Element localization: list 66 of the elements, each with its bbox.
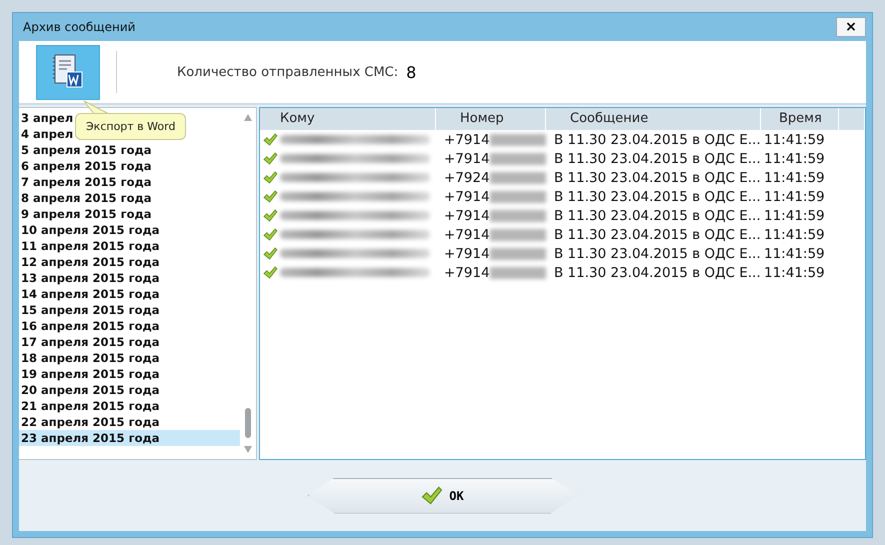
- date-item[interactable]: 7 апреля 2015 года: [19, 174, 240, 190]
- phone-number: +7914: [444, 188, 490, 204]
- message-cell-text: В 11.30 23.04.2015 в ОДС Е...: [553, 264, 761, 280]
- date-item[interactable]: 15 апреля 2015 года: [19, 302, 240, 318]
- redacted-number: [490, 134, 546, 146]
- redacted-number: [490, 190, 546, 202]
- date-item[interactable]: 17 апреля 2015 года: [19, 334, 240, 350]
- message-cell-text: В 11.30 23.04.2015 в ОДС Е...: [553, 132, 761, 148]
- sms-count-label: Количество отправленных СМС:: [177, 64, 398, 80]
- message-cell-text: В 11.30 23.04.2015 в ОДС Е...: [553, 170, 761, 186]
- time-cell-text: 11:41:59: [763, 150, 826, 166]
- document-icon: [53, 54, 83, 90]
- redacted-number: [490, 248, 546, 260]
- date-item[interactable]: 10 апреля 2015 года: [19, 222, 240, 238]
- phone-number: +7914: [444, 150, 490, 166]
- time-cell-text: 11:41:59: [763, 246, 826, 262]
- date-item[interactable]: 16 апреля 2015 года: [19, 318, 240, 334]
- column-header[interactable]: Сообщение: [546, 108, 761, 130]
- redacted-number: [490, 266, 546, 278]
- scroll-down-icon[interactable]: [244, 446, 252, 453]
- column-header[interactable]: Кому: [260, 108, 436, 130]
- date-item[interactable]: 18 апреля 2015 года: [19, 350, 240, 366]
- date-item[interactable]: 22 апреля 2015 года: [19, 414, 240, 430]
- redacted-number: [490, 172, 546, 184]
- phone-number: +7914: [444, 226, 490, 242]
- phone-number: +7914: [444, 132, 490, 148]
- ok-button[interactable]: OK: [308, 478, 578, 514]
- time-cell-text: 11:41:59: [763, 264, 826, 280]
- message-cell-text: В 11.30 23.04.2015 в ОДС Е...: [553, 208, 761, 224]
- date-item[interactable]: 23 апреля 2015 года: [19, 430, 240, 446]
- close-button[interactable]: ×: [836, 17, 866, 37]
- date-item[interactable]: 5 апреля 2015 года: [19, 142, 240, 158]
- date-item[interactable]: 19 апреля 2015 года: [19, 366, 240, 382]
- redacted-number: [490, 228, 546, 240]
- scrollbar-thumb[interactable]: [245, 408, 251, 438]
- column-header[interactable]: Номер: [436, 108, 546, 130]
- phone-number: +7914: [444, 264, 490, 280]
- time-cell-text: 11:41:59: [763, 188, 826, 204]
- date-item[interactable]: 12 апреля 2015 года: [19, 254, 240, 270]
- phone-number: +7914: [444, 246, 490, 262]
- phone-number: +7914: [444, 208, 490, 224]
- column-header[interactable]: Время: [761, 108, 839, 130]
- date-item[interactable]: 6 апреля 2015 года: [19, 158, 240, 174]
- redacted-number: [490, 152, 546, 164]
- window-title: Архив сообщений: [23, 20, 136, 34]
- time-cell-text: 11:41:59: [763, 170, 826, 186]
- date-item[interactable]: 9 апреля 2015 года: [19, 206, 240, 222]
- scroll-up-icon[interactable]: [244, 114, 252, 121]
- phone-number: +7924: [444, 170, 490, 186]
- time-cell-text: 11:41:59: [763, 208, 826, 224]
- date-item[interactable]: 21 апреля 2015 года: [19, 398, 240, 414]
- redacted-number: [490, 210, 546, 222]
- message-cell-text: В 11.30 23.04.2015 в ОДС Е...: [553, 188, 761, 204]
- date-item[interactable]: 14 апреля 2015 года: [19, 286, 240, 302]
- sms-count: 8: [406, 62, 416, 82]
- check-icon: [421, 486, 444, 505]
- date-item[interactable]: 8 апреля 2015 года: [19, 190, 240, 206]
- time-cell-text: 11:41:59: [763, 226, 826, 242]
- date-item[interactable]: 13 апреля 2015 года: [19, 270, 240, 286]
- message-cell-text: В 11.30 23.04.2015 в ОДС Е...: [553, 246, 761, 262]
- message-cell-text: В 11.30 23.04.2015 в ОДС Е...: [553, 150, 761, 166]
- time-cell-text: 11:41:59: [763, 132, 826, 148]
- message-cell-text: В 11.30 23.04.2015 в ОДС Е...: [553, 226, 761, 242]
- date-item[interactable]: 11 апреля 2015 года: [19, 238, 240, 254]
- export-word-button[interactable]: [36, 44, 100, 100]
- date-item[interactable]: 20 апреля 2015 года: [19, 382, 240, 398]
